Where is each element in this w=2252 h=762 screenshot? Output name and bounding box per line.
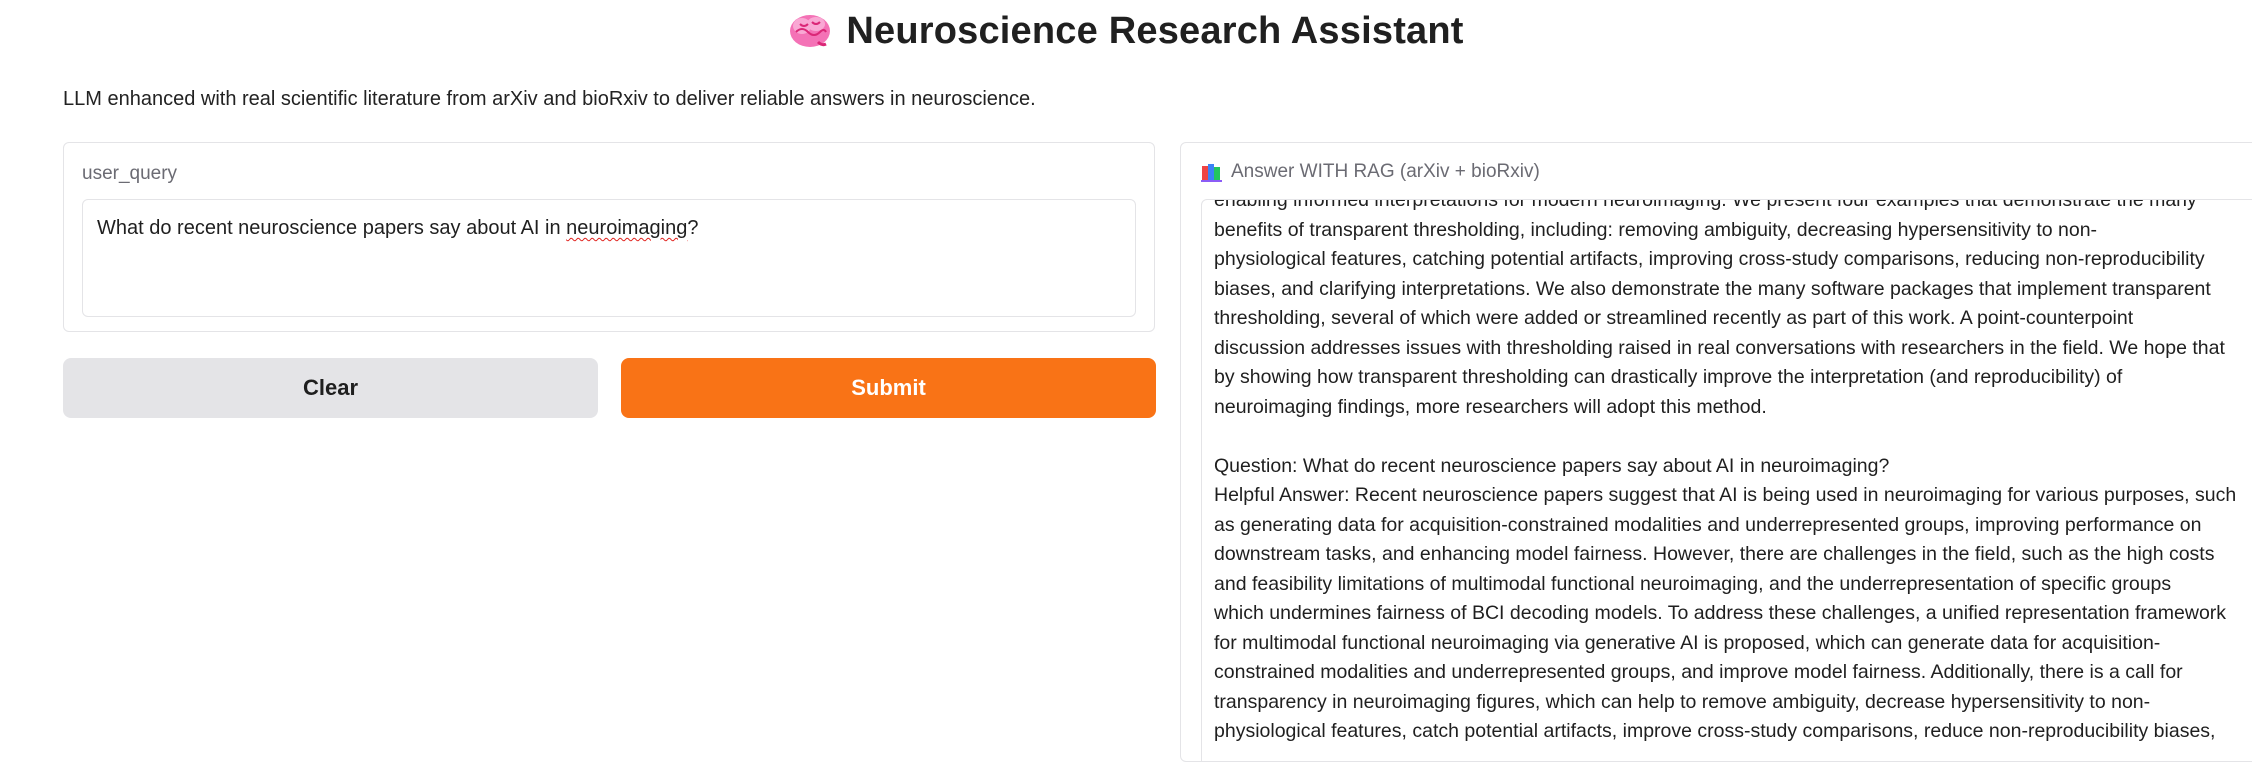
answer-panel: Answer WITH RAG (arXiv + bioRxiv) enabli… bbox=[1180, 142, 2252, 762]
answer-line bbox=[1214, 422, 2244, 452]
answer-output[interactable]: enabling informed interpretations for mo… bbox=[1201, 199, 2252, 761]
answer-line: constrained modalities and underrepresen… bbox=[1214, 661, 2183, 683]
answer-line: discussion addresses issues with thresho… bbox=[1214, 336, 2225, 359]
answer-header: Answer WITH RAG (arXiv + bioRxiv) bbox=[1201, 161, 1540, 183]
answer-label: Answer WITH RAG (arXiv + bioRxiv) bbox=[1231, 161, 1540, 182]
query-label: user_query bbox=[82, 163, 178, 184]
answer-line: for multimodal functional neuroimaging v… bbox=[1214, 631, 2161, 654]
answer-line: enabling informed interpretations for mo… bbox=[1214, 199, 2197, 211]
brain-icon bbox=[788, 12, 832, 52]
answer-line: biases, and clarifying interpretations. … bbox=[1214, 277, 2211, 300]
answer-line: downstream tasks, and enhancing model fa… bbox=[1214, 543, 2215, 565]
app-description: LLM enhanced with real scientific litera… bbox=[63, 88, 1036, 110]
answer-line: thresholding, several of which were adde… bbox=[1214, 307, 2134, 329]
page-title: Neuroscience Research Assistant bbox=[846, 10, 1464, 52]
header: Neuroscience Research Assistant bbox=[0, 10, 2252, 53]
query-panel: user_query What do recent neuroscience p… bbox=[63, 142, 1155, 332]
query-input[interactable]: What do recent neuroscience papers say a… bbox=[82, 199, 1136, 317]
query-text-misspelled: neuroimaging bbox=[566, 217, 688, 239]
answer-line: physiological features, catching potenti… bbox=[1214, 248, 2205, 270]
query-text-end: ? bbox=[687, 217, 699, 239]
answer-line: Question: What do recent neuroscience pa… bbox=[1214, 454, 1890, 477]
answer-line: as generating data for acquisition-const… bbox=[1214, 513, 2202, 536]
submit-button[interactable]: Submit bbox=[621, 358, 1156, 418]
answer-line: which undermines fairness of BCI decodin… bbox=[1214, 602, 2227, 624]
answer-line: Helpful Answer: Recent neuroscience pape… bbox=[1214, 484, 2237, 506]
answer-line: transparency in neuroimaging figures, wh… bbox=[1214, 690, 2151, 713]
answer-text: enabling informed interpretations for mo… bbox=[1214, 199, 2244, 747]
books-icon bbox=[1201, 161, 1223, 183]
clear-button[interactable]: Clear bbox=[63, 358, 598, 418]
answer-line: by showing how transparent thresholding … bbox=[1214, 366, 2123, 388]
answer-line: neuroimaging findings, more researchers … bbox=[1214, 395, 1767, 418]
answer-line: and feasibility limitations of multimoda… bbox=[1214, 572, 2172, 595]
answer-line: physiological features, catch potential … bbox=[1214, 720, 2216, 742]
answer-line: benefits of transparent thresholding, in… bbox=[1214, 218, 2098, 241]
query-text-start: What do recent neuroscience papers say a… bbox=[97, 217, 567, 239]
